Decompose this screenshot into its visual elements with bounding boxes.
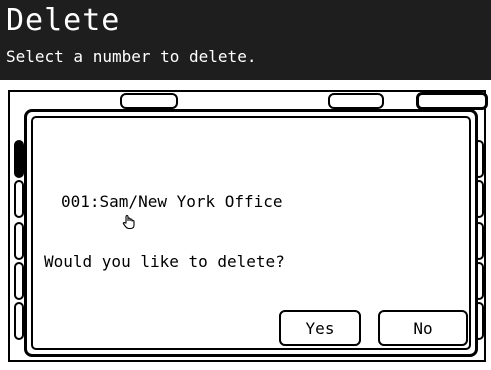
confirm-question: Would you like to delete?	[44, 252, 285, 271]
entry-line: 001:Sam/New York Office	[44, 192, 285, 230]
entry-name: 001:Sam/New York Office	[61, 192, 283, 211]
background-side-tab	[14, 262, 24, 300]
screen-subtitle: Select a number to delete.	[6, 47, 257, 66]
background-side-tab	[14, 180, 24, 218]
background-tab-button-selected	[416, 92, 488, 110]
screen-header: Delete Select a number to delete.	[0, 0, 491, 80]
screen-title: Delete	[6, 3, 121, 38]
panel-border-left	[8, 90, 10, 362]
panel-border-top	[8, 90, 486, 92]
background-side-tab	[14, 222, 24, 260]
delete-confirm-dialog: 001:Sam/New York Office Would you like t…	[24, 109, 478, 357]
background-side-tab	[14, 302, 24, 340]
hand-icon	[44, 194, 135, 230]
panel-border-bottom	[8, 360, 486, 362]
background-tab-button	[120, 93, 178, 109]
panel-border-right	[484, 90, 486, 362]
dialog-message: 001:Sam/New York Office Would you like t…	[44, 152, 285, 312]
no-button[interactable]: No	[378, 310, 468, 346]
background-side-tab	[14, 140, 24, 178]
background-tab-button	[328, 93, 384, 109]
yes-button[interactable]: Yes	[279, 310, 361, 346]
